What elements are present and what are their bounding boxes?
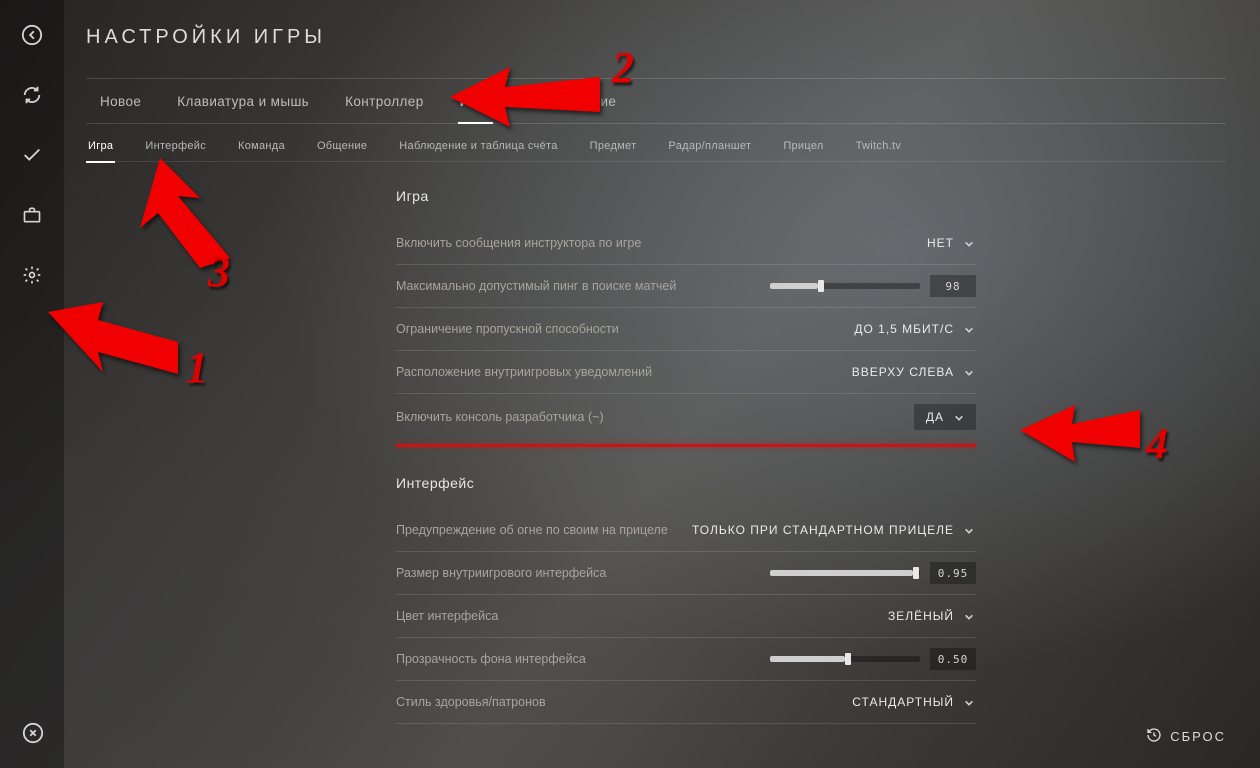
section-title-game: Игра	[396, 188, 976, 204]
subtab-radar[interactable]: Радар/планшет	[666, 130, 753, 162]
label-console: Включить консоль разработчика (~)	[396, 408, 604, 426]
dropdown-hud-color[interactable]: ЗЕЛЁНЫЙ	[886, 605, 976, 627]
subtab-game[interactable]: Игра	[86, 130, 115, 162]
chevron-down-icon	[964, 324, 974, 334]
tab-controller[interactable]: Контроллер	[343, 80, 426, 123]
value-bandwidth: ДО 1,5 МБИТ/С	[854, 322, 954, 336]
value-ff-warn: ТОЛЬКО ПРИ СТАНДАРТНОМ ПРИЦЕЛЕ	[692, 523, 954, 537]
main-tabs: Новое Клавиатура и мышь Контроллер Игра …	[86, 78, 1226, 124]
dropdown-hp-style[interactable]: СТАНДАРТНЫЙ	[850, 691, 976, 713]
value-notif-pos: ВВЕРХУ СЛЕВА	[852, 365, 954, 379]
annotation-number-1: 1	[186, 342, 208, 393]
value-instructor: НЕТ	[927, 236, 954, 250]
value-hud-alpha: 0.50	[930, 648, 976, 670]
chevron-down-icon	[964, 367, 974, 377]
value-hud-scale: 0.95	[930, 562, 976, 584]
dropdown-console[interactable]: ДА	[914, 404, 976, 430]
subtab-interface[interactable]: Интерфейс	[143, 130, 208, 162]
subtab-crosshair[interactable]: Прицел	[781, 130, 825, 162]
chevron-down-icon	[964, 611, 974, 621]
label-instructor: Включить сообщения инструктора по игре	[396, 234, 641, 252]
row-ping: Максимально допустимый пинг в поиске мат…	[396, 265, 976, 308]
highlight-line	[396, 444, 976, 447]
chevron-down-icon	[964, 525, 974, 535]
dropdown-instructor[interactable]: НЕТ	[925, 232, 976, 254]
label-hud-scale: Размер внутриигрового интерфейса	[396, 564, 606, 582]
reset-label: СБРОС	[1170, 729, 1226, 744]
annotation-arrow-4	[1020, 400, 1140, 475]
label-notif-pos: Расположение внутриигровых уведомлений	[396, 363, 652, 381]
chevron-down-icon	[964, 238, 974, 248]
chevron-down-icon	[964, 697, 974, 707]
close-icon[interactable]	[20, 720, 46, 746]
label-hud-color: Цвет интерфейса	[396, 607, 498, 625]
back-icon[interactable]	[19, 22, 45, 48]
chevron-down-icon	[954, 412, 964, 422]
label-bandwidth: Ограничение пропускной способности	[396, 320, 619, 338]
tab-new[interactable]: Новое	[98, 80, 143, 123]
page-title: НАСТРОЙКИ ИГРЫ	[86, 26, 326, 49]
annotation-number-3: 3	[208, 246, 230, 297]
sync-icon[interactable]	[19, 82, 45, 108]
section-title-interface: Интерфейс	[396, 475, 976, 491]
slider-hud-alpha[interactable]	[770, 656, 920, 662]
dropdown-notif-pos[interactable]: ВВЕРХУ СЛЕВА	[850, 361, 976, 383]
slider-hud-scale[interactable]	[770, 570, 920, 576]
briefcase-icon[interactable]	[19, 202, 45, 228]
value-hp-style: СТАНДАРТНЫЙ	[852, 695, 954, 709]
subtab-team[interactable]: Команда	[236, 130, 287, 162]
annotation-arrow-2	[450, 62, 600, 137]
dropdown-ff-warn[interactable]: ТОЛЬКО ПРИ СТАНДАРТНОМ ПРИЦЕЛЕ	[690, 519, 976, 541]
slider-ping[interactable]	[770, 283, 920, 289]
row-hud-alpha: Прозрачность фона интерфейса 0.50	[396, 638, 976, 681]
dropdown-bandwidth[interactable]: ДО 1,5 МБИТ/С	[852, 318, 976, 340]
row-hud-color: Цвет интерфейса ЗЕЛЁНЫЙ	[396, 595, 976, 638]
subtab-twitch[interactable]: Twitch.tv	[854, 130, 904, 162]
subtab-comm[interactable]: Общение	[315, 130, 369, 162]
row-bandwidth: Ограничение пропускной способности ДО 1,…	[396, 308, 976, 351]
row-hp-style: Стиль здоровья/патронов СТАНДАРТНЫЙ	[396, 681, 976, 724]
annotation-arrow-1	[48, 302, 178, 387]
sub-tabs: Игра Интерфейс Команда Общение Наблюдени…	[86, 130, 1226, 162]
check-icon[interactable]	[19, 142, 45, 168]
label-hud-alpha: Прозрачность фона интерфейса	[396, 650, 586, 668]
row-instructor: Включить сообщения инструктора по игре Н…	[396, 222, 976, 265]
row-notif-pos: Расположение внутриигровых уведомлений В…	[396, 351, 976, 394]
value-console: ДА	[926, 410, 944, 424]
label-ff-warn: Предупреждение об огне по своим на прице…	[396, 521, 668, 539]
row-hud-scale: Размер внутриигрового интерфейса 0.95	[396, 552, 976, 595]
value-ping: 98	[930, 275, 976, 297]
label-ping: Максимально допустимый пинг в поиске мат…	[396, 277, 676, 295]
gear-icon[interactable]	[19, 262, 45, 288]
reset-button[interactable]: СБРОС	[1146, 727, 1226, 746]
settings-panel: Игра Включить сообщения инструктора по и…	[396, 178, 976, 724]
annotation-number-2: 2	[612, 42, 634, 93]
history-icon	[1146, 727, 1162, 746]
row-console: Включить консоль разработчика (~) ДА	[396, 394, 976, 440]
label-hp-style: Стиль здоровья/патронов	[396, 693, 546, 711]
annotation-number-4: 4	[1146, 418, 1168, 469]
value-hud-color: ЗЕЛЁНЫЙ	[888, 609, 954, 623]
row-ff-warn: Предупреждение об огне по своим на прице…	[396, 509, 976, 552]
tab-keyboard[interactable]: Клавиатура и мышь	[175, 80, 311, 123]
